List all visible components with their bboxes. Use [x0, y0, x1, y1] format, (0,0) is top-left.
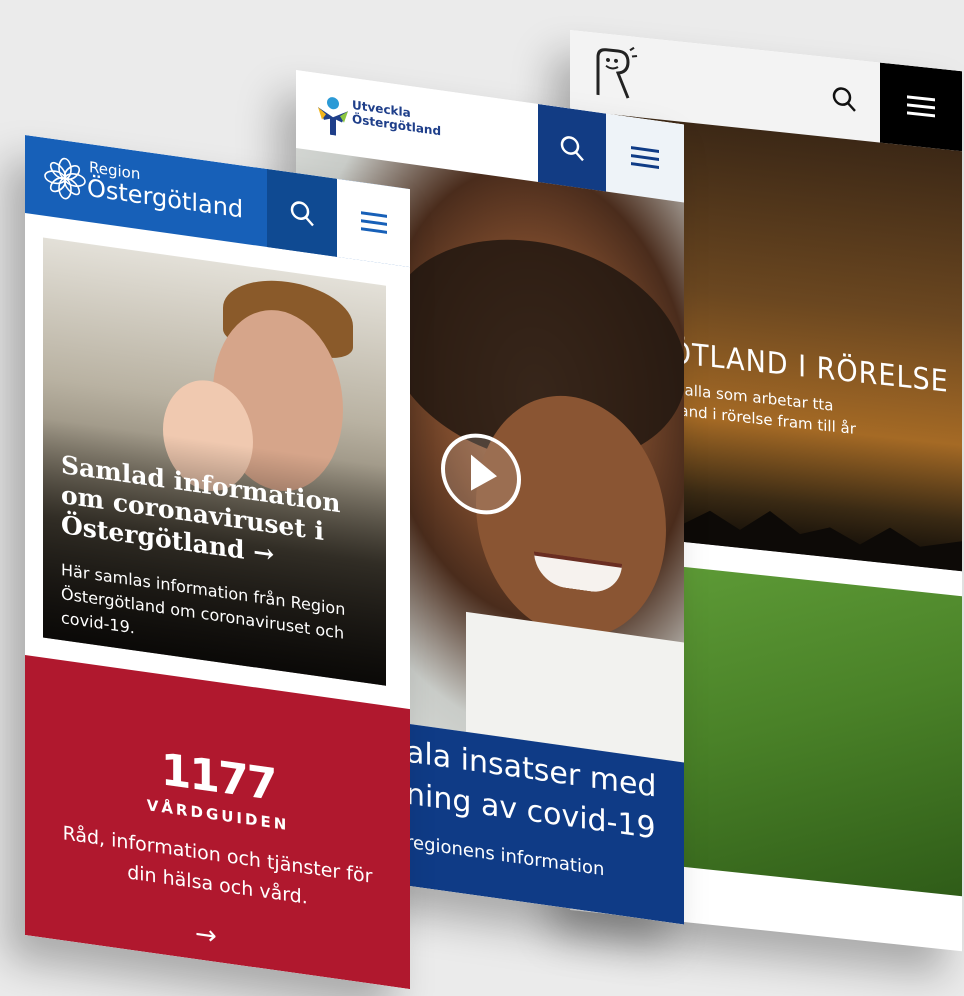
brand-ostergotland[interactable]: Östergötland: [87, 174, 243, 224]
menu-button[interactable]: [337, 178, 410, 268]
search-button[interactable]: [538, 104, 606, 192]
vardguiden-text: Råd, information och tjänster för din hä…: [62, 822, 373, 909]
arrow-right-icon[interactable]: →: [195, 919, 217, 952]
hamburger-menu-icon: [907, 94, 935, 119]
search-icon: [831, 84, 857, 113]
hamburger-menu-icon: [360, 210, 387, 236]
menu-button[interactable]: [606, 113, 684, 203]
brand-name[interactable]: Utveckla Östergötland: [352, 98, 441, 139]
search-icon: [559, 133, 585, 163]
search-button[interactable]: [267, 169, 337, 257]
vardguiden-section[interactable]: 1177 VÅRDGUIDEN Råd, information och tjä…: [25, 655, 410, 990]
search-button[interactable]: [808, 55, 880, 143]
menu-button[interactable]: [880, 62, 962, 152]
face-mascot-logo[interactable]: [584, 41, 640, 105]
search-icon: [289, 198, 315, 228]
hamburger-menu-icon: [631, 145, 659, 171]
region-flower-logo[interactable]: [43, 154, 87, 204]
kids-running-image: [680, 566, 962, 897]
corona-info-card[interactable]: Samlad information om coronaviruset i Ös…: [43, 237, 386, 686]
phone-mockup-front: Region Östergötland Samlad information o…: [25, 135, 410, 990]
